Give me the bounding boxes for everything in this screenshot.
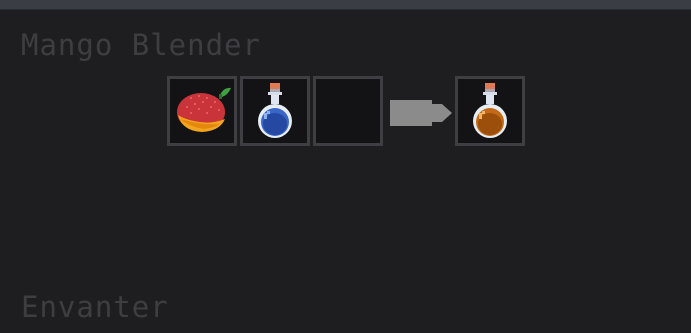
input-slot-1[interactable] [167, 76, 237, 146]
mango-icon [177, 87, 231, 132]
input-slot-3[interactable] [313, 76, 383, 146]
mango-juice-bottle-icon [473, 83, 507, 138]
blender-gui: Mango Blender Envanter [0, 0, 691, 333]
gui-title: Mango Blender [21, 28, 261, 62]
progress-arrow-icon [390, 100, 452, 126]
input-slot-2[interactable] [240, 76, 310, 146]
window-top-bar [0, 0, 691, 10]
output-slot[interactable] [455, 76, 525, 146]
inventory-label: Envanter [21, 290, 169, 324]
water-bottle-icon [258, 83, 292, 138]
